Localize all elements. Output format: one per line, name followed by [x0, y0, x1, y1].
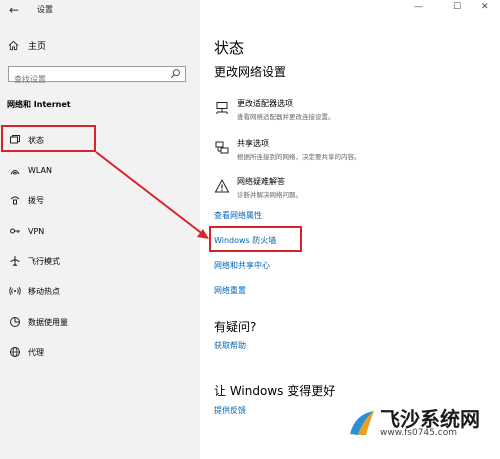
- link-sharing-center[interactable]: 网络和共享中心: [214, 260, 270, 271]
- watermark-logo-icon: [350, 411, 374, 435]
- section-title: 网络和 Internet: [7, 100, 71, 109]
- watermark-text: 飞沙系统网: [380, 407, 480, 431]
- sidebar-item-label: 数据使用量: [28, 317, 68, 327]
- search-box[interactable]: [8, 66, 186, 87]
- sidebar-item-label: 拨号: [28, 195, 44, 205]
- highlight-box-firewall: [209, 226, 302, 252]
- option-sharing[interactable]: 共享选项 根据所连接到的网络，决定要共享的内容。: [214, 138, 361, 161]
- sidebar-item-label: 移动热点: [28, 286, 60, 296]
- dialup-icon: [8, 193, 22, 207]
- sidebar-item-label: VPN: [28, 226, 45, 236]
- question-heading: 有疑问?: [214, 320, 257, 334]
- data-usage-icon: [8, 315, 22, 329]
- window-title: 设置: [37, 5, 53, 14]
- adapter-icon: [216, 102, 228, 114]
- sidebar-item-wlan[interactable]: WLAN: [8, 163, 52, 177]
- sharing-icon: [215, 141, 229, 154]
- page-subtitle: 更改网络设置: [214, 65, 287, 79]
- hotspot-icon: [8, 284, 22, 298]
- sidebar-item-airplane[interactable]: 飞行模式: [8, 254, 60, 268]
- option-title: 更改适配器选项: [237, 99, 293, 108]
- option-title: 共享选项: [237, 139, 269, 148]
- wifi-icon: [8, 163, 22, 177]
- improve-heading: 让 Windows 变得更好: [214, 384, 336, 398]
- option-desc: 诊断并解决网络问题。: [237, 191, 302, 199]
- home-label: 主页: [28, 42, 47, 52]
- option-troubleshoot[interactable]: 网络疑难解答 诊断并解决网络问题。: [214, 176, 302, 199]
- option-title: 网络疑难解答: [237, 177, 285, 186]
- airplane-icon: [8, 254, 22, 268]
- sidebar-item-label: 代理: [28, 347, 44, 357]
- option-adapter[interactable]: 更改适配器选项 查看网络适配器并更改连接设置。: [214, 98, 335, 121]
- sidebar-item-data-usage[interactable]: 数据使用量: [8, 315, 68, 329]
- sidebar-item-vpn[interactable]: VPN: [8, 224, 44, 238]
- home-icon: [8, 40, 19, 51]
- proxy-globe-icon: [8, 345, 22, 359]
- warning-icon: [214, 178, 230, 193]
- close-button[interactable]: ✕: [481, 2, 489, 12]
- search-input[interactable]: [9, 72, 164, 87]
- page-title: 状态: [214, 39, 245, 57]
- sidebar-item-label: WLAN: [28, 165, 53, 175]
- option-desc: 根据所连接到的网络，决定要共享的内容。: [237, 153, 361, 161]
- sidebar-item-label: 飞行模式: [28, 256, 60, 266]
- sidebar-item-hotspot[interactable]: 移动热点: [8, 284, 60, 298]
- sidebar-item-dialup[interactable]: 拨号: [8, 193, 44, 207]
- link-feedback[interactable]: 提供反馈: [214, 405, 246, 416]
- sidebar-item-proxy[interactable]: 代理: [8, 345, 44, 359]
- link-get-help[interactable]: 获取帮助: [214, 340, 246, 351]
- home-nav[interactable]: 主页: [8, 39, 46, 52]
- search-icon[interactable]: [170, 68, 181, 79]
- vpn-icon: [8, 224, 22, 238]
- minimize-button[interactable]: —: [414, 2, 423, 12]
- maximize-button[interactable]: ☐: [453, 2, 461, 12]
- back-button[interactable]: ←: [9, 3, 19, 17]
- link-network-properties[interactable]: 查看网络属性: [214, 210, 262, 221]
- link-network-reset[interactable]: 网络重置: [214, 285, 246, 296]
- watermark: 飞沙系统网 www.fs0745.com: [347, 408, 480, 438]
- highlight-box-status: [1, 125, 96, 152]
- option-desc: 查看网络适配器并更改连接设置。: [237, 113, 335, 121]
